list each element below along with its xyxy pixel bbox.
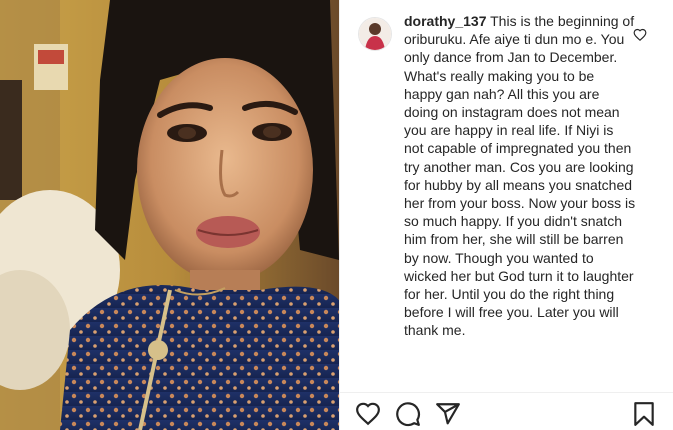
post-media-video[interactable] (0, 0, 339, 430)
post-details-panel: dorathy_137 This is the beginning of ori… (339, 0, 673, 430)
heart-outline-icon[interactable] (633, 28, 647, 42)
comment-button[interactable] (395, 401, 421, 427)
caption-text: This is the beginning of oriburuku. Afe … (404, 13, 636, 339)
comment-icon (396, 402, 420, 427)
avatar[interactable] (358, 17, 392, 51)
post-actions-bar (340, 393, 673, 430)
like-button[interactable] (355, 401, 381, 427)
bookmark-icon (634, 402, 654, 426)
share-button[interactable] (435, 401, 461, 427)
post-caption: dorathy_137 This is the beginning of ori… (404, 12, 636, 384)
instagram-post: dorathy_137 This is the beginning of ori… (0, 0, 673, 430)
save-button[interactable] (631, 401, 657, 427)
heart-icon (356, 402, 380, 426)
caption-username[interactable]: dorathy_137 (404, 13, 486, 29)
caption-section: dorathy_137 This is the beginning of ori… (358, 12, 658, 384)
video-frame-illustration (0, 0, 339, 430)
avatar-image (359, 18, 391, 50)
share-icon (436, 403, 460, 425)
